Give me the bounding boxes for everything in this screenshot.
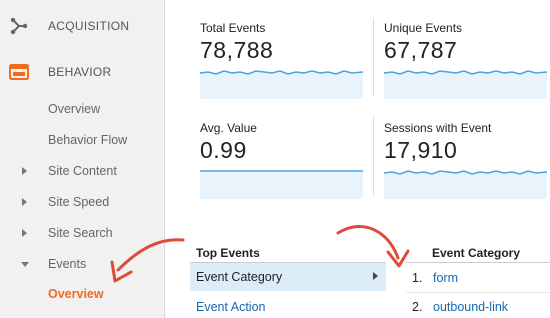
- sparkline-total-events: [200, 70, 363, 99]
- top-events-header: Top Events: [196, 246, 260, 260]
- metric-value: 17,910: [384, 137, 458, 163]
- metric-title: Avg. Value: [200, 121, 257, 135]
- nav-section-behavior[interactable]: BEHAVIOR: [0, 52, 165, 92]
- sidebar-item-site-speed[interactable]: Site Speed: [0, 190, 165, 216]
- table-rule: [406, 292, 550, 293]
- top-events-item-event-category[interactable]: Event Category: [190, 263, 386, 291]
- metric-title: Sessions with Event: [384, 121, 492, 135]
- caret-right-icon: [22, 198, 27, 206]
- top-events-item-label[interactable]: Event Action: [196, 300, 266, 314]
- table-row[interactable]: 1. form: [406, 265, 550, 291]
- row-link[interactable]: form: [433, 271, 458, 285]
- sidebar-item-label: Site Search: [48, 226, 113, 240]
- arrow-right-icon: [373, 272, 378, 280]
- nav-section-label: BEHAVIOR: [48, 65, 112, 79]
- metric-value: 78,788: [200, 37, 274, 63]
- event-category-header: Event Category: [432, 246, 521, 260]
- sidebar-item-events[interactable]: Events: [0, 252, 165, 278]
- sidebar-item-label: Overview: [48, 287, 104, 301]
- metric-title: Unique Events: [384, 21, 463, 35]
- metric-card-total-events[interactable]: Total Events 78,788: [200, 21, 365, 101]
- sparkline-unique-events: [384, 70, 547, 99]
- caret-right-icon: [22, 229, 27, 237]
- sidebar-item-label: Behavior Flow: [48, 133, 128, 147]
- card-divider: [373, 116, 374, 196]
- top-events-item-event-action[interactable]: Event Action: [190, 293, 386, 317]
- table-rule: [406, 262, 550, 263]
- row-number: 2.: [412, 300, 423, 314]
- table-row[interactable]: 2. outbound-link: [406, 294, 550, 318]
- sidebar-item-site-search[interactable]: Site Search: [0, 221, 165, 247]
- sidebar-item-events-overview[interactable]: Overview: [0, 282, 165, 308]
- acquisition-icon: [10, 17, 28, 35]
- nav-section-label: ACQUISITION: [48, 19, 130, 33]
- card-divider: [373, 18, 374, 96]
- metric-card-avg-value[interactable]: Avg. Value 0.99: [200, 121, 365, 201]
- metric-value: 0.99: [200, 137, 247, 163]
- behavior-icon: [9, 64, 29, 80]
- metric-card-sessions-with-event[interactable]: Sessions with Event 17,910: [384, 121, 549, 201]
- caret-right-icon: [22, 167, 27, 175]
- caret-down-icon: [21, 262, 29, 267]
- row-number: 1.: [412, 271, 423, 285]
- sidebar-item-label: Overview: [48, 102, 101, 116]
- metric-card-unique-events[interactable]: Unique Events 67,787: [384, 21, 549, 101]
- nav-section-acquisition[interactable]: ACQUISITION: [0, 6, 165, 46]
- sidebar-item-site-content[interactable]: Site Content: [0, 159, 165, 185]
- sparkline-sessions-with-event: [384, 170, 547, 199]
- sidebar: ACQUISITION BEHAVIOR Overview Behavior F…: [0, 0, 165, 318]
- sidebar-item-label: Site Speed: [48, 195, 110, 209]
- sidebar-item-behavior-flow[interactable]: Behavior Flow: [0, 128, 165, 154]
- metric-title: Total Events: [200, 21, 266, 35]
- sparkline-avg-value: [200, 170, 363, 199]
- sidebar-item-overview[interactable]: Overview: [0, 97, 165, 123]
- top-events-item-label: Event Category: [196, 270, 283, 284]
- metric-value: 67,787: [384, 37, 458, 63]
- sidebar-item-label: Site Content: [48, 164, 117, 178]
- sidebar-item-label: Events: [48, 257, 87, 271]
- row-link[interactable]: outbound-link: [433, 300, 508, 314]
